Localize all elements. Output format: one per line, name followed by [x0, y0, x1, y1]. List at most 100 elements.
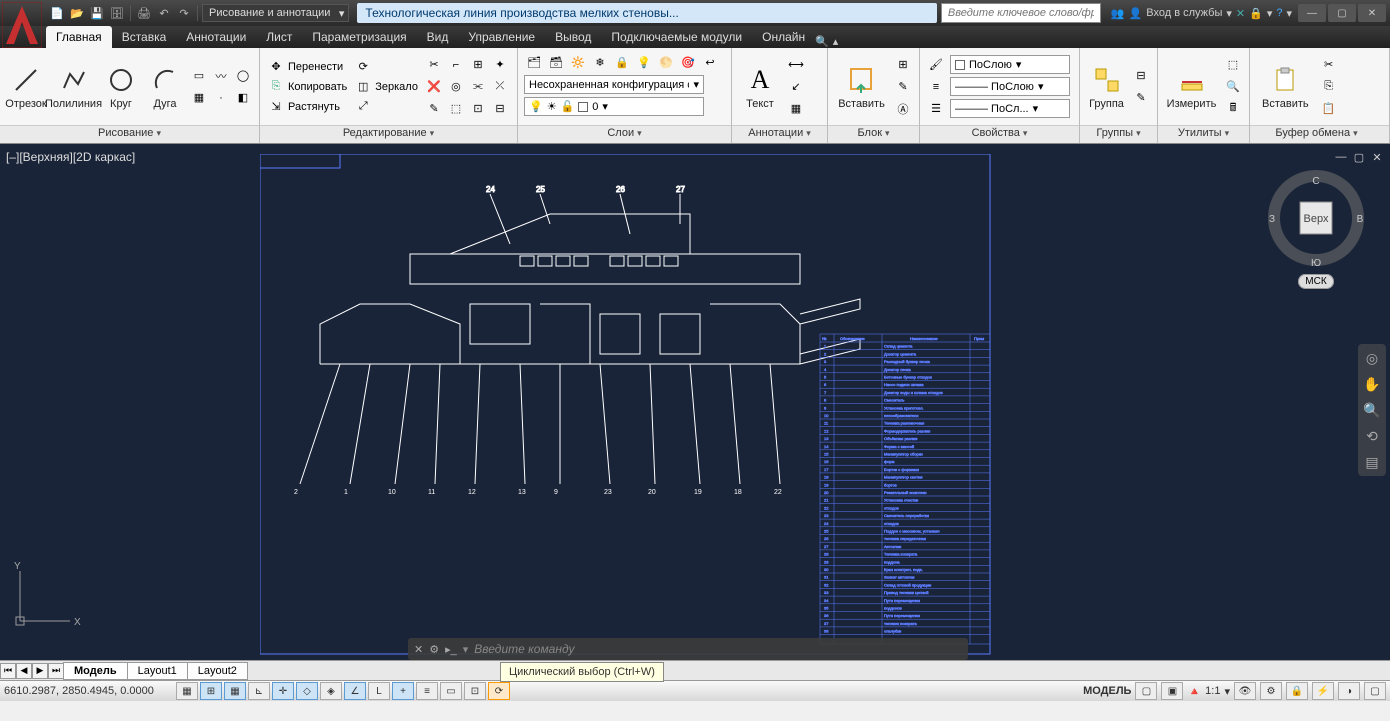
command-input[interactable]: Введите команду [474, 642, 574, 656]
plot-icon[interactable]: 🖨 [135, 4, 153, 22]
match-prop-icon[interactable]: 🖌 [926, 55, 946, 75]
tab-last-icon[interactable]: ⏭ [48, 663, 64, 679]
ducs-icon[interactable]: L [368, 682, 390, 700]
layer-off-icon[interactable]: 💡 [634, 52, 654, 72]
tab-sheet[interactable]: Лист [256, 26, 302, 48]
lock-icon[interactable]: 🔒 [1249, 7, 1263, 20]
hardware-accel-icon[interactable]: ⚡ [1312, 682, 1334, 700]
snap-icon[interactable]: ⊞ [200, 682, 222, 700]
scale-button[interactable]: ⤢ [353, 98, 420, 116]
tab-model[interactable]: Модель [63, 662, 128, 680]
tab-output[interactable]: Вывод [545, 26, 601, 48]
layer-match-icon[interactable]: 🎯 [678, 52, 698, 72]
region-icon[interactable]: ◧ [233, 88, 253, 108]
help-icon[interactable]: ? [1276, 7, 1282, 19]
layer-freeze-icon[interactable]: ❄ [590, 52, 610, 72]
measure-button[interactable]: Измерить [1164, 62, 1219, 112]
create-block-icon[interactable]: ⊞ [893, 55, 913, 75]
edit3-icon[interactable]: ⊡ [468, 99, 488, 119]
pan-icon[interactable]: ✋ [1362, 374, 1382, 394]
login-area[interactable]: 👥 👤 Вход в службы ▾ ✕ 🔒 ▾ ? ▾ [1105, 7, 1298, 20]
calc-icon[interactable]: 🖩 [1223, 99, 1243, 119]
edit2-icon[interactable]: ⬚ [446, 99, 466, 119]
cut-icon[interactable]: ✂ [1319, 55, 1339, 75]
linetype-dropdown[interactable]: ——— ПоСлою ▾ [950, 77, 1070, 96]
dim-linear-icon[interactable]: ⟷ [786, 55, 806, 75]
cmd-config-icon[interactable]: ⚙ [429, 643, 439, 656]
ungroup-icon[interactable]: ⊟ [1131, 66, 1151, 86]
prop2-icon[interactable]: ≡ [926, 77, 946, 97]
ribbon-search-icon[interactable]: 🔍 [815, 35, 829, 48]
qv-drawings-icon[interactable]: ▣ [1161, 682, 1183, 700]
save-icon[interactable]: 💾 [88, 4, 106, 22]
layer-states-icon[interactable]: 🗃 [546, 52, 566, 72]
panel-edit-title[interactable]: Редактирование [260, 125, 517, 143]
ws-switch-icon[interactable]: ⚙ [1260, 682, 1282, 700]
edit-block-icon[interactable]: ✎ [893, 77, 913, 97]
move-button[interactable]: ✥Перенести [266, 58, 349, 76]
line-button[interactable]: Отрезок [6, 62, 46, 112]
dyn-icon[interactable]: + [392, 682, 414, 700]
otrack-icon[interactable]: ∠ [344, 682, 366, 700]
arc-button[interactable]: Дуга [145, 62, 185, 112]
annovis-icon[interactable]: 👁 [1234, 682, 1256, 700]
circle-button[interactable]: Круг [101, 62, 141, 112]
zoom-extents-icon[interactable]: 🔍 [1362, 400, 1382, 420]
panel-props-title[interactable]: Свойства [920, 125, 1079, 143]
break-icon[interactable]: ⤫ [490, 77, 510, 97]
workspace-dropdown[interactable]: Рисование и аннотации [202, 4, 349, 22]
new-icon[interactable]: 📄 [48, 4, 66, 22]
ellipse-icon[interactable]: ◯ [233, 66, 253, 86]
showmotion-icon[interactable]: ▤ [1362, 452, 1382, 472]
explode-icon[interactable]: ✦ [490, 55, 510, 75]
search-input[interactable] [941, 3, 1101, 23]
edit1-icon[interactable]: ✎ [424, 99, 444, 119]
tab-first-icon[interactable]: ⏮ [0, 663, 16, 679]
layer-iso-icon[interactable]: 🔆 [568, 52, 588, 72]
insert-block-button[interactable]: Вставить [834, 62, 889, 112]
tab-view[interactable]: Вид [417, 26, 459, 48]
spline-icon[interactable]: 〰 [211, 66, 231, 86]
toolbar-lock-icon[interactable]: 🔒 [1286, 682, 1308, 700]
tab-parametric[interactable]: Параметризация [302, 26, 416, 48]
infer-icon[interactable]: ▦ [176, 682, 198, 700]
viewcube-top-label[interactable]: Верх [1304, 213, 1329, 225]
viewcube[interactable]: Верх С Ю В З МСК [1266, 170, 1366, 270]
vp-close-icon[interactable]: ✕ [1370, 150, 1384, 164]
layer-prop-icon[interactable]: 🗂 [524, 52, 544, 72]
lwt-icon[interactable]: ≡ [416, 682, 438, 700]
sc-icon[interactable]: ⟳ [488, 682, 510, 700]
exchange-icon[interactable]: 👥 [1111, 7, 1125, 20]
hatch-icon[interactable]: ▦ [189, 88, 209, 108]
drawing-canvas[interactable]: [–][Верхняя][2D каркас] — ▢ ✕ Верх С Ю В… [0, 144, 1390, 660]
prop3-icon[interactable]: ☰ [926, 99, 946, 119]
color-dropdown[interactable]: ПоСлою ▾ [950, 55, 1070, 74]
copy-clip-icon[interactable]: ⎘ [1319, 77, 1339, 97]
3dosnap-icon[interactable]: ◈ [320, 682, 342, 700]
tpy-icon[interactable]: ▭ [440, 682, 462, 700]
fillet-icon[interactable]: ⌐ [446, 55, 466, 75]
saveas-icon[interactable]: 🗄 [108, 4, 126, 22]
stretch-button[interactable]: ⇲Растянуть [266, 98, 349, 116]
mirror-button[interactable]: ◫Зеркало [353, 78, 420, 96]
layer-dropdown[interactable]: 💡☀🔓0 ▾ [524, 97, 704, 116]
tab-next-icon[interactable]: ▶ [32, 663, 48, 679]
copy-button[interactable]: ⎘Копировать [266, 78, 349, 96]
tab-online[interactable]: Онлайн [752, 26, 815, 48]
annoscale-icon[interactable]: 🔺 [1187, 685, 1201, 698]
rect-icon[interactable]: ▭ [189, 66, 209, 86]
maximize-button[interactable]: ▢ [1328, 4, 1356, 22]
tab-manage[interactable]: Управление [458, 26, 545, 48]
vp-maximize-icon[interactable]: ▢ [1352, 150, 1366, 164]
close-button[interactable]: ✕ [1358, 4, 1386, 22]
tab-annotations[interactable]: Аннотации [176, 26, 256, 48]
panel-draw-title[interactable]: Рисование [0, 125, 259, 143]
panel-utils-title[interactable]: Утилиты [1158, 125, 1249, 143]
isolate-icon[interactable]: ◑ [1338, 682, 1360, 700]
tab-home[interactable]: Главная [46, 26, 112, 48]
qselect-icon[interactable]: 🔍 [1223, 77, 1243, 97]
redo-icon[interactable]: ↷ [175, 4, 193, 22]
cmd-close-icon[interactable]: ✕ [414, 643, 423, 656]
open-icon[interactable]: 📂 [68, 4, 86, 22]
panel-block-title[interactable]: Блок [828, 125, 919, 143]
